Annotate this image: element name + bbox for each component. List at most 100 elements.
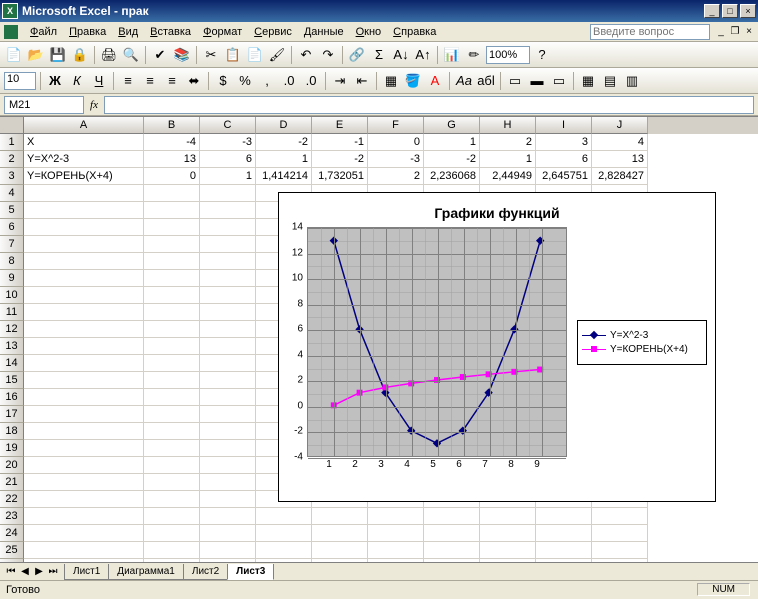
cell-H23[interactable] (480, 508, 536, 525)
cell-F3[interactable]: 2 (368, 168, 424, 185)
inc-indent-icon[interactable]: ⇥ (330, 71, 350, 91)
chart-icon[interactable]: 📊 (442, 45, 462, 65)
cell-C16[interactable] (200, 389, 256, 406)
col-header-E[interactable]: E (312, 117, 368, 134)
row-header-11[interactable]: 11 (0, 304, 24, 321)
cell-C13[interactable] (200, 338, 256, 355)
font-color-icon[interactable]: A (425, 71, 445, 91)
paste-icon[interactable]: 📄 (245, 45, 265, 65)
cell-H24[interactable] (480, 525, 536, 542)
cell-B24[interactable] (144, 525, 200, 542)
tab-first-icon[interactable]: ⏮ (4, 566, 18, 577)
cell-F24[interactable] (368, 525, 424, 542)
col-header-C[interactable]: C (200, 117, 256, 134)
cell-C15[interactable] (200, 372, 256, 389)
cell-G25[interactable] (424, 542, 480, 559)
cell-C12[interactable] (200, 321, 256, 338)
cell-A2[interactable]: Y=X^2-3 (24, 151, 144, 168)
cell-G26[interactable] (424, 559, 480, 562)
help-icon[interactable]: ? (532, 45, 552, 65)
cell-C9[interactable] (200, 270, 256, 287)
permission-icon[interactable]: 🔒 (70, 45, 90, 65)
cell-D25[interactable] (256, 542, 312, 559)
col-header-H[interactable]: H (480, 117, 536, 134)
name-box[interactable]: M21 (4, 96, 84, 114)
minimize-button[interactable]: _ (704, 4, 720, 18)
menu-справка[interactable]: Справка (387, 24, 442, 40)
borders-icon[interactable]: ▦ (381, 71, 401, 91)
undo-icon[interactable]: ↶ (296, 45, 316, 65)
row-header-2[interactable]: 2 (0, 151, 24, 168)
cell-C10[interactable] (200, 287, 256, 304)
cell-B21[interactable] (144, 474, 200, 491)
cell-A26[interactable] (24, 559, 144, 562)
percent-icon[interactable]: % (235, 71, 255, 91)
cell-G3[interactable]: 2,236068 (424, 168, 480, 185)
doc-restore-button[interactable]: ❐ (728, 25, 742, 39)
cell-F2[interactable]: -3 (368, 151, 424, 168)
hyperlink-icon[interactable]: 🔗 (347, 45, 367, 65)
cell-A4[interactable] (24, 185, 144, 202)
cell-G2[interactable]: -2 (424, 151, 480, 168)
row-header-17[interactable]: 17 (0, 406, 24, 423)
cell-I1[interactable]: 3 (536, 134, 592, 151)
cell-C11[interactable] (200, 304, 256, 321)
underline-icon[interactable]: Ч (89, 71, 109, 91)
row-header-22[interactable]: 22 (0, 491, 24, 508)
menu-вид[interactable]: Вид (112, 24, 144, 40)
align-center-icon[interactable]: ≡ (140, 71, 160, 91)
cell-A15[interactable] (24, 372, 144, 389)
cell-B12[interactable] (144, 321, 200, 338)
cell-C26[interactable] (200, 559, 256, 562)
cut-icon[interactable]: ✂ (201, 45, 221, 65)
cell-A11[interactable] (24, 304, 144, 321)
cell-A25[interactable] (24, 542, 144, 559)
split-icon[interactable]: ▬ (527, 71, 547, 91)
cell-B13[interactable] (144, 338, 200, 355)
cell-B7[interactable] (144, 236, 200, 253)
cell-D26[interactable] (256, 559, 312, 562)
fill-color-icon[interactable]: 🪣 (403, 71, 423, 91)
cell-H26[interactable] (480, 559, 536, 562)
cell-I23[interactable] (536, 508, 592, 525)
cell-B4[interactable] (144, 185, 200, 202)
row-header-25[interactable]: 25 (0, 542, 24, 559)
doc-minimize-button[interactable]: _ (714, 25, 728, 39)
menu-вставка[interactable]: Вставка (144, 24, 197, 40)
font-aa-icon[interactable]: Aa (454, 71, 474, 91)
cell-A20[interactable] (24, 457, 144, 474)
chart-legend[interactable]: Y=X^2-3Y=КОРЕНЬ(X+4) (577, 320, 707, 365)
cell-E24[interactable] (312, 525, 368, 542)
format-painter-icon[interactable]: 🖌 (267, 45, 287, 65)
cell-A1[interactable]: X (24, 134, 144, 151)
open-icon[interactable]: 📂 (26, 45, 46, 65)
cell-B6[interactable] (144, 219, 200, 236)
cell-B26[interactable] (144, 559, 200, 562)
cell-E26[interactable] (312, 559, 368, 562)
row-header-18[interactable]: 18 (0, 423, 24, 440)
cell-B3[interactable]: 0 (144, 168, 200, 185)
cell-B20[interactable] (144, 457, 200, 474)
cell-I24[interactable] (536, 525, 592, 542)
redo-icon[interactable]: ↷ (318, 45, 338, 65)
row-header-15[interactable]: 15 (0, 372, 24, 389)
cell-C25[interactable] (200, 542, 256, 559)
cell-E2[interactable]: -2 (312, 151, 368, 168)
align-right-icon[interactable]: ≡ (162, 71, 182, 91)
formula-input[interactable] (104, 96, 754, 114)
tab-last-icon[interactable]: ⏭ (46, 566, 60, 577)
inc-decimal-icon[interactable]: .0 (279, 71, 299, 91)
abi-icon[interactable]: абl (476, 71, 496, 91)
cell-A3[interactable]: Y=КОРЕНЬ(X+4) (24, 168, 144, 185)
row-header-6[interactable]: 6 (0, 219, 24, 236)
cell-B19[interactable] (144, 440, 200, 457)
cell-D1[interactable]: -2 (256, 134, 312, 151)
cell-F25[interactable] (368, 542, 424, 559)
cell-A24[interactable] (24, 525, 144, 542)
cell-I25[interactable] (536, 542, 592, 559)
tab-next-icon[interactable]: ▶ (32, 566, 46, 577)
cell-format-icon[interactable]: ▦ (578, 71, 598, 91)
legend-item[interactable]: Y=X^2-3 (582, 330, 702, 341)
cell-C2[interactable]: 6 (200, 151, 256, 168)
cell-D2[interactable]: 1 (256, 151, 312, 168)
